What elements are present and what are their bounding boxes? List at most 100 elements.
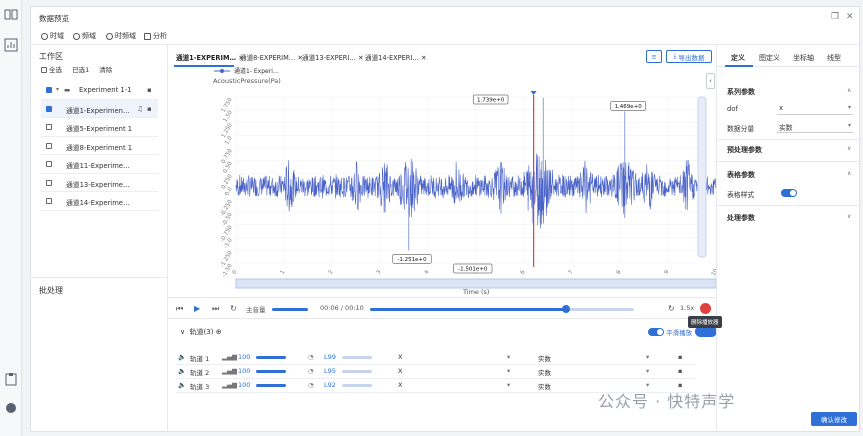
clipboard-icon[interactable] xyxy=(4,372,18,386)
gain-slider[interactable] xyxy=(256,384,286,387)
vertical-scrollbar[interactable] xyxy=(697,96,707,258)
tab-axis[interactable]: 坐标轴 xyxy=(793,53,814,63)
delete-icon[interactable]: ▪ xyxy=(678,353,682,361)
headphone-icon[interactable]: ♫ xyxy=(137,105,143,113)
preproc-title[interactable]: 预处理参数 xyxy=(727,145,762,155)
row-checkbox[interactable] xyxy=(46,87,52,93)
tab-channel-1[interactable]: 通道1-EXPERIM… ✕ xyxy=(176,52,244,62)
add-track-icon[interactable]: ⊕ xyxy=(216,328,222,336)
tab-chart-define[interactable]: 图定义 xyxy=(759,53,780,63)
prev-icon[interactable]: ⏮ xyxy=(176,304,183,314)
workspace-icon[interactable] xyxy=(4,8,18,22)
seek-remaining xyxy=(564,308,634,311)
tree-row[interactable]: 通道8-Experiment 1 xyxy=(41,137,158,155)
row-checkbox[interactable] xyxy=(46,161,52,167)
smooth-toggle-group[interactable]: 平滑播放 xyxy=(648,327,692,337)
main-window: 数据预览 ❐ ✕ 时域 频域 时频域 分析 工作区 全选 已选1 清除 ▾ ▬ Ex… xyxy=(30,6,861,433)
dof-select[interactable]: x ▾ xyxy=(777,103,853,115)
close-icon[interactable]: ✕ xyxy=(846,12,854,22)
analysis-button[interactable]: 分析 xyxy=(144,31,167,41)
tracks-header[interactable]: ∨ 轨道(3) ⊕ xyxy=(180,327,222,337)
tab-channel-14[interactable]: 通道14-EXPERI… ✕ xyxy=(365,52,427,62)
level-slider[interactable] xyxy=(342,370,372,373)
speaker-icon[interactable]: 🔈 xyxy=(178,353,186,361)
time-freq-button[interactable]: 时频域 xyxy=(106,31,136,41)
next-icon[interactable]: ⏭ xyxy=(212,304,219,314)
gain-slider[interactable] xyxy=(256,356,286,359)
tree-row[interactable]: 通道1-Experimen… ♫ ▪ xyxy=(41,99,158,118)
tab-linestyle[interactable]: 线型 xyxy=(827,53,841,63)
restore-icon[interactable]: ❐ xyxy=(831,12,839,22)
speaker-icon[interactable]: 🔈 xyxy=(178,367,186,375)
export-button[interactable]: ⤓ 导出数据 xyxy=(666,50,712,63)
channel-tree: ▾ ▬ Experiment 1-1 ▪ 通道1-Experimen… ♫ ▪ 通道5-E… xyxy=(41,81,158,211)
annotation-label: -1.501e+0 xyxy=(458,267,488,273)
tree-row[interactable]: ▾ ▬ Experiment 1-1 ▪ xyxy=(41,81,158,100)
process-params-title[interactable]: 处理参数 xyxy=(727,213,755,223)
chart-nav-icon[interactable] xyxy=(4,38,18,52)
collapse-right-icon[interactable]: ‹ xyxy=(706,73,715,89)
confirm-button[interactable]: 确认修改 xyxy=(811,412,857,426)
smooth-toggle[interactable] xyxy=(648,328,664,336)
loop-icon[interactable]: ↻ xyxy=(230,304,237,313)
level-icon: ▂▄▆ xyxy=(222,367,237,375)
delete-icon[interactable]: ▪ xyxy=(147,86,152,94)
tree-row[interactable]: 通道13-Experime… xyxy=(41,174,158,192)
legend-label: 通道1- Experi… xyxy=(234,67,279,75)
expand-icon[interactable]: ∨ xyxy=(847,213,851,220)
row-checkbox[interactable] xyxy=(46,105,52,112)
volume-slider[interactable] xyxy=(272,308,308,311)
speed-icon[interactable]: ↻ xyxy=(668,304,675,313)
play-icon[interactable]: ▶ xyxy=(194,304,200,313)
divider xyxy=(717,161,861,162)
level-slider[interactable] xyxy=(342,384,372,387)
range-navigator[interactable] xyxy=(235,278,716,289)
record-button[interactable] xyxy=(700,303,711,314)
track-row[interactable]: 🔈 轨道 2 ▂▄▆ 100 ◔ L95 X ▾ 实数 ▾ ▪ xyxy=(176,365,694,379)
row-checkbox[interactable] xyxy=(46,198,52,204)
component-select[interactable]: 实数 ▾ xyxy=(777,121,853,133)
side-nav xyxy=(0,0,22,436)
y-tick-label: 1.250 xyxy=(221,122,234,139)
table-style-toggle[interactable] xyxy=(781,189,797,197)
delete-player-tooltip: 删除播放器 xyxy=(688,316,722,328)
series-params-title[interactable]: 系列参数 xyxy=(727,87,755,97)
select-all[interactable]: 全选 xyxy=(41,66,62,74)
seek-bar[interactable] xyxy=(370,308,564,311)
collapse-icon[interactable]: ∧ xyxy=(847,170,851,177)
collapse-icon[interactable]: ∧ xyxy=(847,87,851,94)
row-checkbox[interactable] xyxy=(46,124,52,130)
track-row[interactable]: 🔈 轨道 1 ▂▄▆ 100 ◔ L99 X ▾ 实数 ▾ ▪ xyxy=(176,351,694,365)
tree-row[interactable]: 通道14-Experime… xyxy=(41,192,158,211)
freq-domain-button[interactable]: 频域 xyxy=(73,31,96,41)
annotation-label: 1.469e+0 xyxy=(615,104,643,110)
row-checkbox[interactable] xyxy=(46,179,52,186)
gain-slider[interactable] xyxy=(256,370,286,373)
filter-button[interactable]: ≡ xyxy=(646,50,662,63)
delete-icon[interactable]: ▪ xyxy=(678,367,682,375)
expand-icon[interactable]: ∨ xyxy=(847,145,851,152)
select-all-checkbox[interactable] xyxy=(41,67,47,73)
expand-icon[interactable]: ▾ xyxy=(56,86,59,93)
tab-define[interactable]: 定义 xyxy=(731,53,745,63)
level-slider[interactable] xyxy=(342,356,372,359)
waveform-chart[interactable]: 通道1- Experi… AcousticPressure(Pa) -1.50-… xyxy=(168,67,716,297)
tree-row[interactable]: 通道11-Experime… xyxy=(41,155,158,174)
clear-link[interactable]: 清除 xyxy=(99,66,112,74)
cloud-icon[interactable] xyxy=(4,400,18,414)
workspace-actions: 全选 已选1 清除 xyxy=(41,64,112,74)
right-panel: 定义 图定义 坐标轴 线型 系列参数 ∧ dof x ▾ 数据分量 实数 ▾ 预处理… xyxy=(716,45,861,433)
tab-channel-13[interactable]: 通道13-EXPERI… ✕ xyxy=(302,52,364,62)
download-icon: ⤓ xyxy=(673,52,677,60)
table-params-title[interactable]: 表格参数 xyxy=(727,170,755,180)
center-panel: 通道1-EXPERIM… ✕ 通道8-EXPERIM… ✕ 通道13-EXPER… xyxy=(168,45,717,433)
delete-icon[interactable]: ▪ xyxy=(147,105,152,113)
row-checkbox[interactable] xyxy=(46,142,52,149)
tab-channel-8[interactable]: 通道8-EXPERIM… ✕ xyxy=(240,52,303,62)
speed-value[interactable]: 1.5x xyxy=(680,304,694,312)
channel-tabs: 通道1-EXPERIM… ✕ 通道8-EXPERIM… ✕ 通道13-EXPER… xyxy=(168,45,716,67)
time-domain-button[interactable]: 时域 xyxy=(41,31,64,41)
seek-knob[interactable] xyxy=(562,305,570,313)
tree-row[interactable]: 通道5-Experiment 1 xyxy=(41,118,158,137)
speaker-icon[interactable]: 🔈 xyxy=(178,381,186,389)
